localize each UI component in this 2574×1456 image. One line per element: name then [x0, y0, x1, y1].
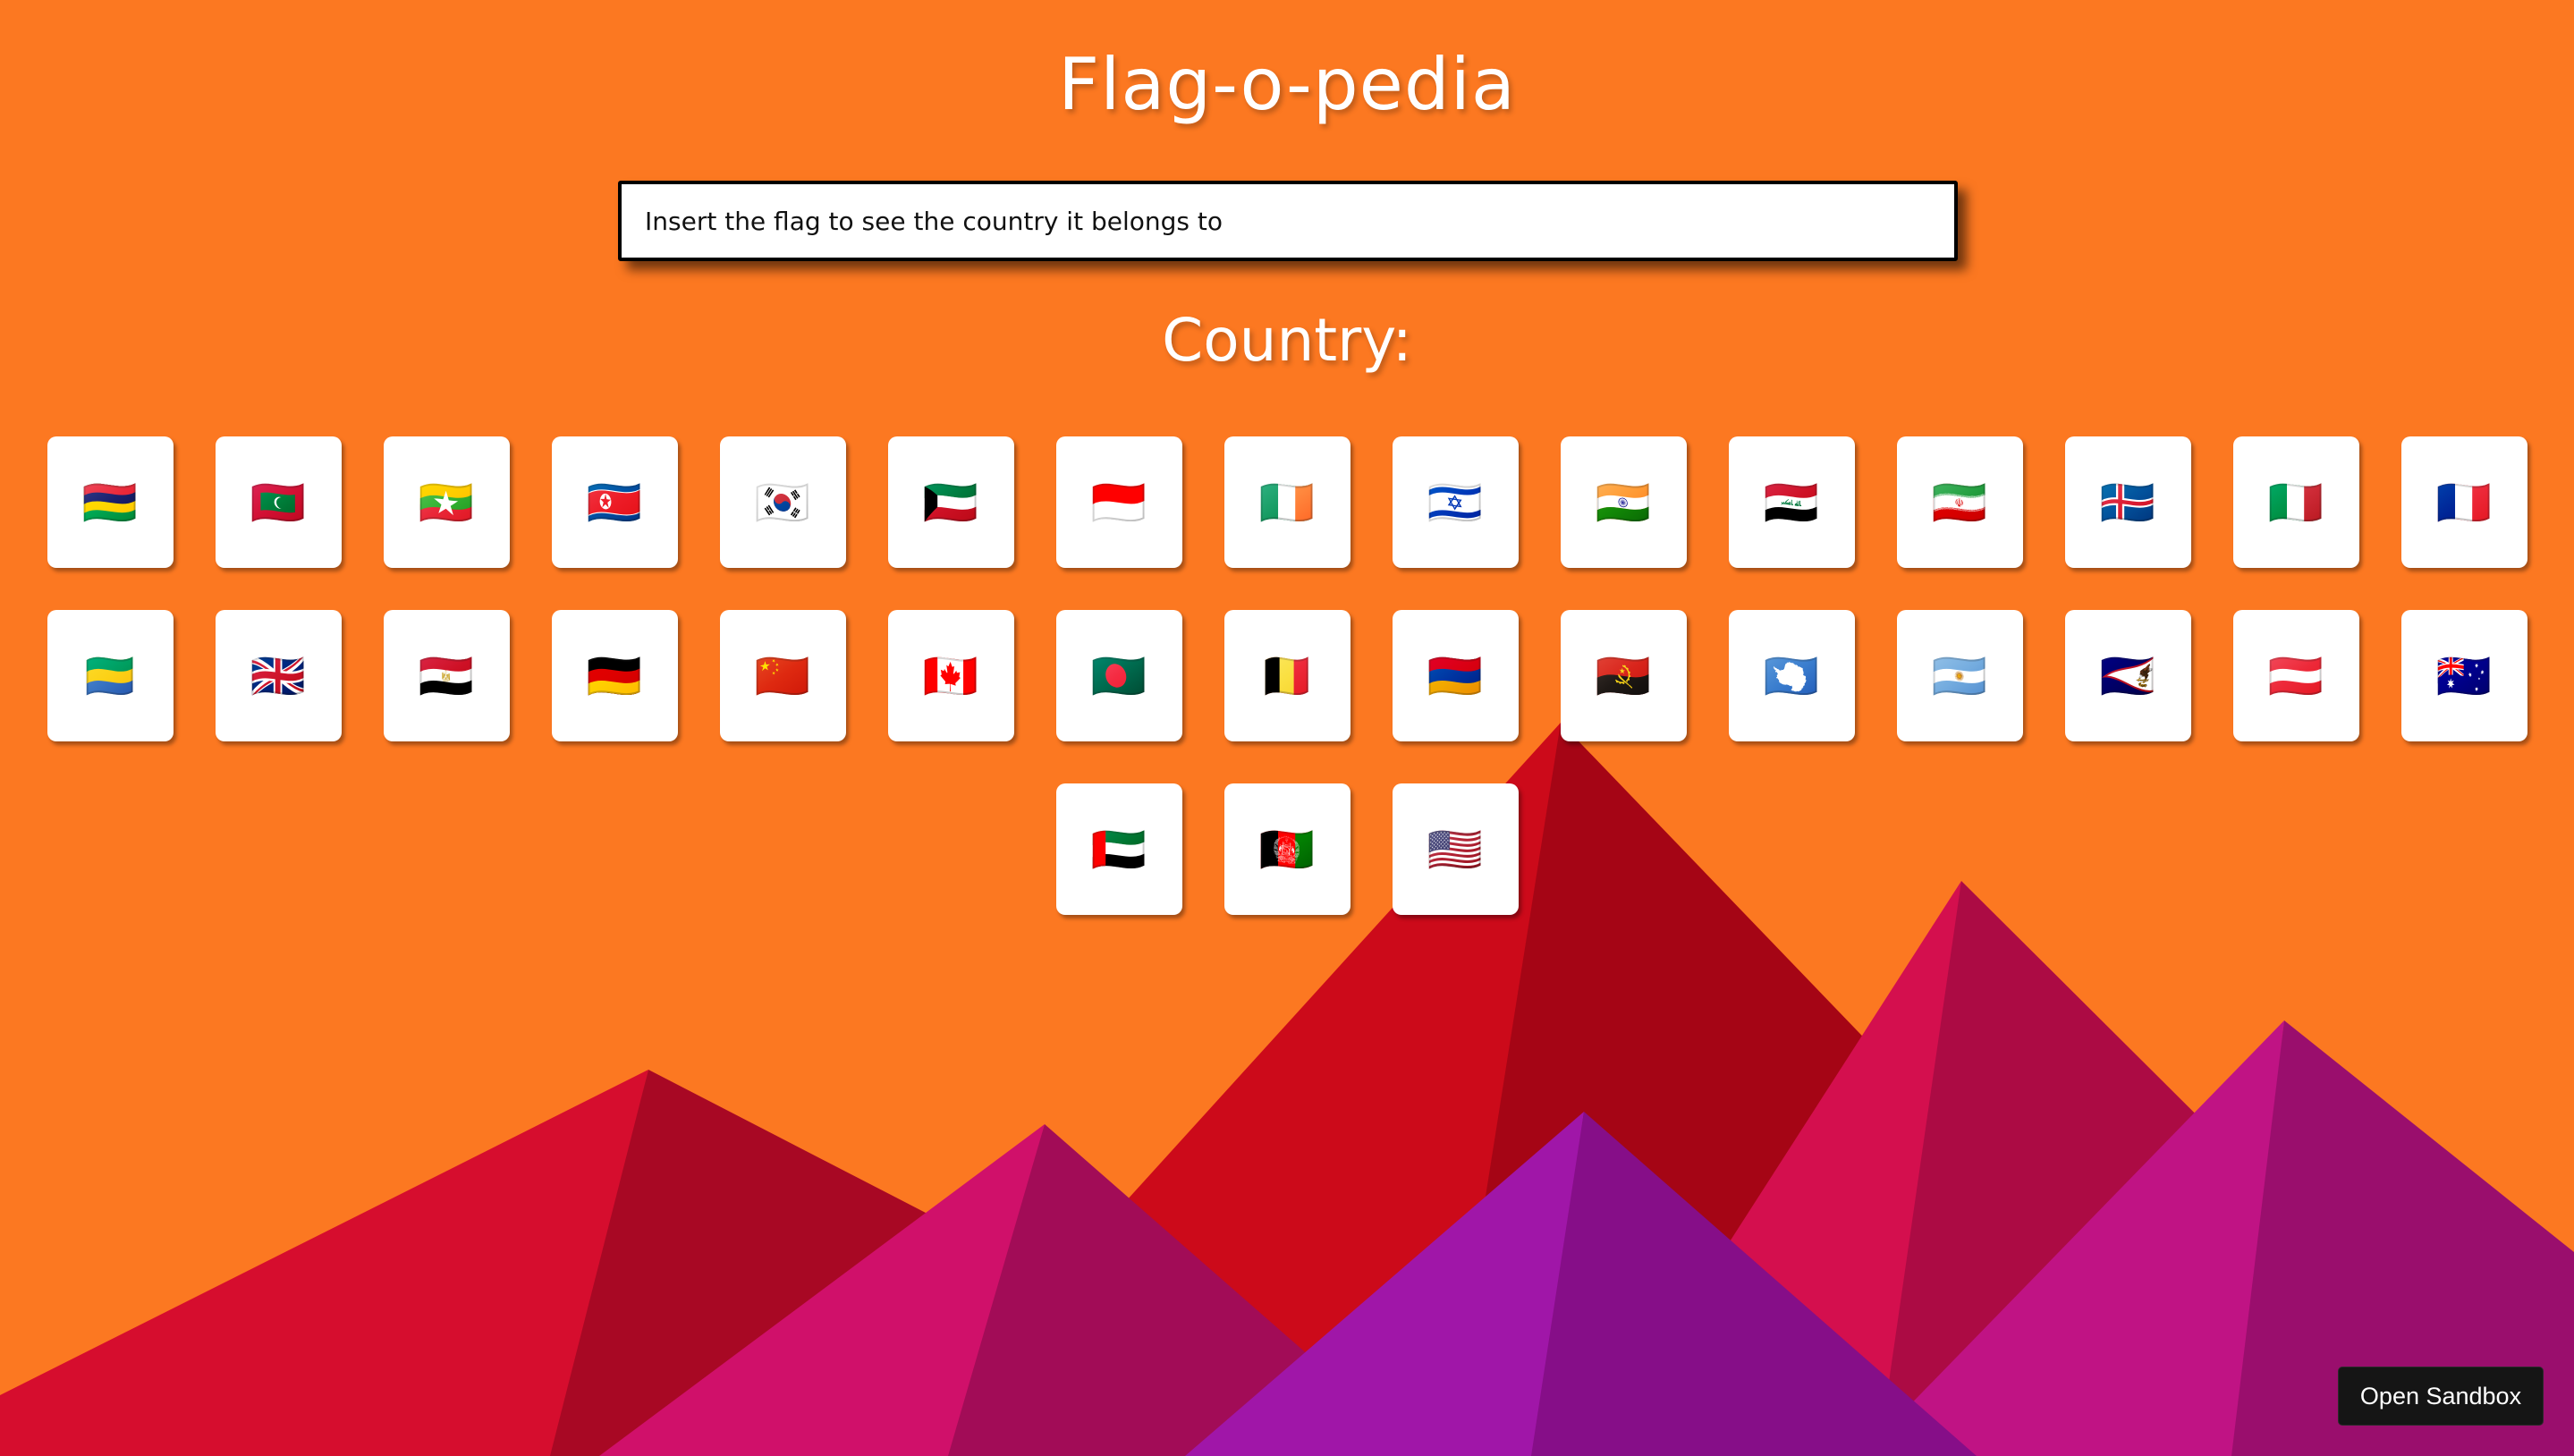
flag-tile[interactable]: 🇮🇩	[1055, 436, 1182, 568]
flag-tile[interactable]: 🇰🇵	[551, 436, 678, 568]
flag-tile[interactable]: 🇨🇦	[887, 610, 1014, 741]
flag-emoji: 🇦🇸	[2099, 649, 2156, 702]
flag-emoji: 🇮🇷	[1931, 476, 1988, 529]
flag-tile[interactable]: 🇦🇪	[1055, 783, 1182, 915]
flag-emoji: 🇧🇪	[1258, 649, 1316, 702]
flag-tile[interactable]: 🇦🇸	[2064, 610, 2191, 741]
flag-tile[interactable]: 🇮🇶	[1728, 436, 1855, 568]
flag-emoji: 🇦🇶	[1763, 649, 1820, 702]
flag-emoji: 🇬🇧	[250, 649, 307, 702]
flag-emoji: 🇦🇷	[1931, 649, 1988, 702]
flag-emoji: 🇦🇴	[1595, 649, 1652, 702]
flag-tile[interactable]: 🇦🇴	[1560, 610, 1687, 741]
flag-emoji: 🇨🇦	[922, 649, 979, 702]
flag-emoji: 🇧🇩	[1090, 649, 1147, 702]
flag-tile[interactable]: 🇧🇩	[1055, 610, 1182, 741]
flag-emoji: 🇫🇷	[2435, 476, 2493, 529]
flag-tile[interactable]: 🇮🇹	[2232, 436, 2359, 568]
flag-emoji: 🇲🇻	[250, 476, 307, 529]
page-title: Flag-o-pedia	[1058, 43, 1516, 126]
flag-emoji: 🇨🇳	[754, 649, 811, 702]
flag-tile[interactable]: 🇫🇷	[2400, 436, 2527, 568]
flag-emoji: 🇺🇸	[1427, 823, 1484, 876]
flag-tile[interactable]: 🇨🇳	[719, 610, 846, 741]
flag-tile[interactable]: 🇲🇻	[215, 436, 342, 568]
flag-row: 🇬🇦 🇬🇧 🇪🇬 🇩🇪 🇨🇳 🇨🇦 🇧🇩 🇧🇪 🇦🇲 🇦🇴 🇦🇶 🇦🇷 🇦🇸 🇦🇹 🇦🇺	[0, 610, 2574, 741]
flag-row: 🇦🇪 🇦🇫 🇺🇸	[0, 783, 2574, 915]
flag-grid: 🇲🇺 🇲🇻 🇲🇲 🇰🇵 🇰🇷 🇰🇼 🇮🇩 🇮🇪 🇮🇱 🇮🇳 🇮🇶 🇮🇷 🇮🇸 🇮🇹 🇫🇷 🇬🇦 🇬🇧 🇪🇬 🇩🇪 🇨🇳…	[0, 436, 2574, 957]
flag-tile[interactable]: 🇰🇼	[887, 436, 1014, 568]
flag-tile[interactable]: 🇰🇷	[719, 436, 846, 568]
flag-emoji: 🇦🇹	[2267, 649, 2324, 702]
flag-tile[interactable]: 🇩🇪	[551, 610, 678, 741]
flag-tile[interactable]: 🇦🇶	[1728, 610, 1855, 741]
flag-tile[interactable]: 🇦🇲	[1392, 610, 1519, 741]
flag-emoji: 🇮🇳	[1595, 476, 1652, 529]
flag-tile[interactable]: 🇦🇷	[1896, 610, 2023, 741]
flag-tile[interactable]: 🇪🇬	[383, 610, 510, 741]
flag-emoji: 🇪🇬	[418, 649, 475, 702]
flag-emoji: 🇰🇷	[754, 476, 811, 529]
flag-emoji: 🇮🇶	[1763, 476, 1820, 529]
flag-tile[interactable]: 🇮🇳	[1560, 436, 1687, 568]
flag-emoji: 🇩🇪	[586, 649, 643, 702]
flag-tile[interactable]: 🇮🇸	[2064, 436, 2191, 568]
flag-tile[interactable]: 🇬🇦	[47, 610, 174, 741]
flag-tile[interactable]: 🇮🇪	[1223, 436, 1351, 568]
flag-tile[interactable]: 🇦🇺	[2400, 610, 2527, 741]
app: Flag-o-pedia Country: 🇲🇺 🇲🇻 🇲🇲 🇰🇵 🇰🇷 🇰🇼 🇮🇩 🇮🇪 🇮🇱…	[0, 0, 2574, 1456]
open-sandbox-button[interactable]: Open Sandbox	[2338, 1367, 2544, 1426]
flag-emoji: 🇮🇹	[2267, 476, 2324, 529]
flag-tile[interactable]: 🇬🇧	[215, 610, 342, 741]
flag-emoji: 🇰🇼	[922, 476, 979, 529]
flag-emoji: 🇦🇺	[2435, 649, 2493, 702]
flag-row: 🇲🇺 🇲🇻 🇲🇲 🇰🇵 🇰🇷 🇰🇼 🇮🇩 🇮🇪 🇮🇱 🇮🇳 🇮🇶 🇮🇷 🇮🇸 🇮🇹 🇫🇷	[0, 436, 2574, 568]
flag-emoji: 🇲🇺	[81, 476, 139, 529]
flag-emoji: 🇦🇪	[1090, 823, 1147, 876]
flag-tile[interactable]: 🇲🇲	[383, 436, 510, 568]
flag-tile[interactable]: 🇮🇷	[1896, 436, 2023, 568]
flag-tile[interactable]: 🇦🇫	[1223, 783, 1351, 915]
flag-emoji: 🇲🇲	[418, 476, 475, 529]
flag-search-input[interactable]	[618, 181, 1958, 261]
flag-emoji: 🇮🇪	[1258, 476, 1316, 529]
flag-emoji: 🇰🇵	[586, 476, 643, 529]
flag-emoji: 🇮🇱	[1427, 476, 1484, 529]
flag-emoji: 🇦🇲	[1427, 649, 1484, 702]
flag-emoji: 🇮🇩	[1090, 476, 1147, 529]
flag-tile[interactable]: 🇲🇺	[47, 436, 174, 568]
flag-tile[interactable]: 🇮🇱	[1392, 436, 1519, 568]
flag-tile[interactable]: 🇦🇹	[2232, 610, 2359, 741]
flag-tile[interactable]: 🇧🇪	[1223, 610, 1351, 741]
flag-emoji: 🇦🇫	[1258, 823, 1316, 876]
flag-emoji: 🇬🇦	[81, 649, 139, 702]
country-heading: Country:	[1162, 306, 1412, 375]
flag-tile[interactable]: 🇺🇸	[1392, 783, 1519, 915]
flag-emoji: 🇮🇸	[2099, 476, 2156, 529]
